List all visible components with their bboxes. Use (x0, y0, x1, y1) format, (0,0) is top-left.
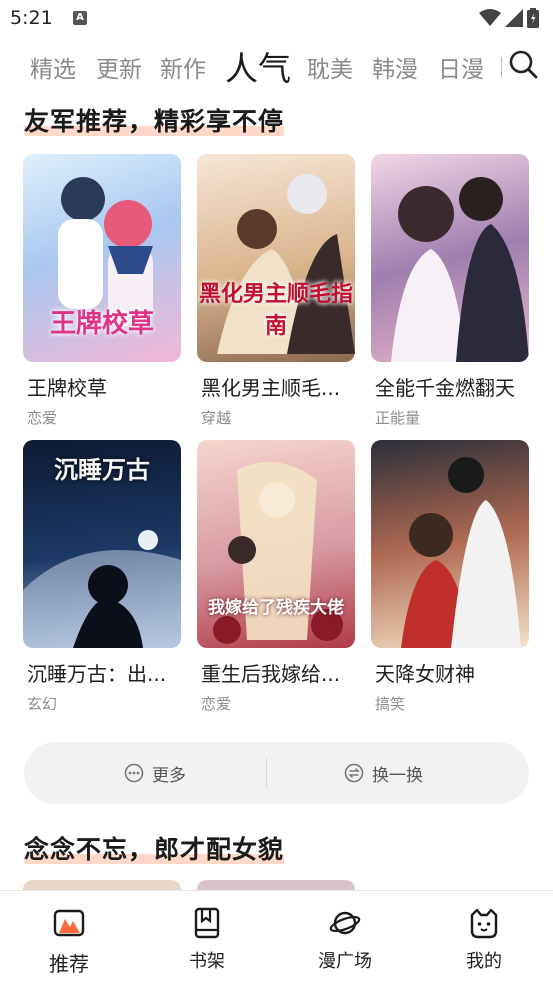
nav-label: 漫广场 (318, 951, 372, 972)
bookshelf-icon (194, 907, 220, 939)
bottom-nav: 推荐 书架 漫广场 我的 (0, 890, 553, 984)
comic-card[interactable]: 天降女财神 搞笑 (371, 440, 529, 714)
nav-profile[interactable]: 我的 (424, 891, 544, 984)
tab-danmei[interactable]: 耽美 (307, 50, 353, 84)
tab-gengxin[interactable]: 更新 (96, 50, 142, 84)
comic-title: 重生后我嫁给... (201, 662, 341, 686)
comic-card[interactable]: 沉睡万古 沉睡万古：出... 玄幻 (23, 440, 181, 714)
cover-title-art: 沉睡万古 (54, 455, 150, 484)
comic-tag: 恋爱 (201, 695, 232, 713)
nav-label: 书架 (189, 951, 225, 972)
comic-title: 天降女财神 (375, 662, 475, 686)
cover-title-art: 我嫁给了残疾大佬 (208, 598, 344, 618)
battery-icon (527, 8, 539, 28)
comic-tag: 正能量 (375, 409, 421, 427)
comic-cover[interactable]: 黑化男主顺毛指南 (197, 154, 355, 362)
tab-riman[interactable]: 日漫 (438, 50, 484, 84)
section-title-recommend: 友军推荐，精彩享不停 (24, 102, 285, 138)
nav-label: 推荐 (49, 952, 89, 976)
actions-divider (266, 758, 267, 788)
wifi-icon (479, 9, 501, 26)
profile-cat-icon (470, 908, 498, 939)
refresh-button[interactable]: 换一换 (344, 742, 423, 804)
nav-manga-plaza[interactable]: 漫广场 (285, 891, 405, 984)
tabs-divider (501, 57, 502, 77)
comic-title: 王牌校草 (27, 376, 107, 400)
status-bar: 5:21 A (0, 0, 553, 38)
comic-cover[interactable]: 王牌校草 (23, 154, 181, 362)
planet-icon (329, 911, 361, 935)
search-icon[interactable] (508, 49, 538, 79)
recommend-icon (53, 909, 85, 937)
comic-tag: 玄幻 (27, 695, 58, 713)
cover-title-art: 黑化男主顺毛指南 (198, 281, 353, 339)
comic-title: 沉睡万古：出... (27, 662, 167, 686)
comic-cover[interactable]: 我嫁给了残疾大佬 (197, 440, 355, 648)
status-time: 5:21 (10, 7, 53, 29)
section-title-text: 友军推荐，精彩享不停 (24, 107, 285, 136)
cover-art (401, 457, 521, 648)
nav-recommend[interactable]: 推荐 (9, 891, 129, 984)
category-tabs: 精选 更新 新作 人气 耽美 韩漫 日漫 (0, 40, 553, 92)
comic-card[interactable]: 全能千金燃翻天 正能量 (371, 154, 529, 428)
swap-icon (344, 763, 364, 783)
tab-jingxuan[interactable]: 精选 (30, 50, 76, 84)
comic-title: 黑化男主顺毛... (201, 376, 341, 400)
tab-renqi[interactable]: 人气 (225, 42, 291, 90)
more-dots-icon (124, 763, 144, 783)
nav-bookshelf[interactable]: 书架 (147, 891, 267, 984)
section-actions: 更多 换一换 (24, 742, 529, 804)
refresh-label: 换一换 (372, 765, 423, 786)
more-button[interactable]: 更多 (124, 742, 186, 804)
signal-icon (505, 9, 523, 27)
comic-cover[interactable] (371, 440, 529, 648)
comic-cover[interactable] (371, 154, 529, 362)
tab-xinzuo[interactable]: 新作 (160, 50, 206, 84)
nav-label: 我的 (466, 951, 502, 972)
comic-card[interactable]: 王牌校草 王牌校草 恋爱 (23, 154, 181, 428)
more-label: 更多 (152, 765, 186, 786)
tab-hanman[interactable]: 韩漫 (372, 50, 418, 84)
comic-card[interactable]: 我嫁给了残疾大佬 重生后我嫁给... 恋爱 (197, 440, 355, 714)
notification-app-icon: A (73, 11, 87, 25)
comic-title: 全能千金燃翻天 (375, 376, 515, 400)
comic-card[interactable]: 黑化男主顺毛指南 黑化男主顺毛... 穿越 (197, 154, 355, 428)
comic-tag: 恋爱 (27, 409, 58, 427)
section-title-text: 念念不忘，郎才配女貌 (24, 835, 285, 864)
section-title-romance: 念念不忘，郎才配女貌 (24, 830, 285, 866)
comic-tag: 穿越 (201, 409, 232, 427)
comic-tag: 搞笑 (375, 695, 406, 713)
cover-art (391, 177, 529, 362)
comic-cover[interactable]: 沉睡万古 (23, 440, 181, 648)
status-indicators (479, 8, 539, 28)
cover-title-art: 王牌校草 (49, 309, 154, 339)
